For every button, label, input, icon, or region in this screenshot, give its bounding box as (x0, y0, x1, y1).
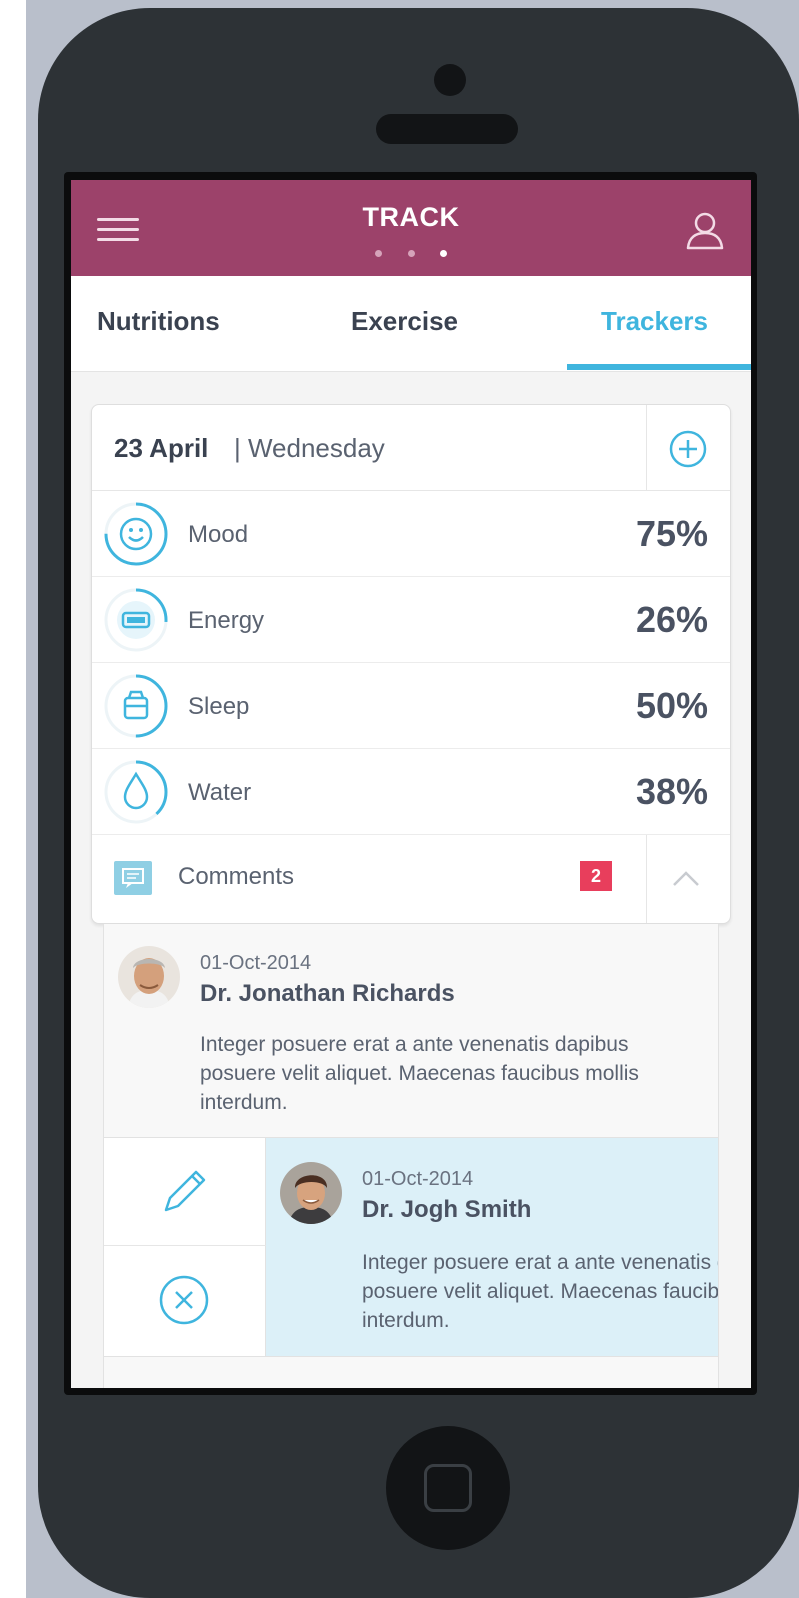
comments-list: 01-Oct-2014 Dr. Jonathan Richards Intege… (103, 924, 719, 1388)
tab-bar: Nutritions Exercise Trackers (71, 276, 751, 372)
water-drop-icon (104, 760, 168, 824)
comment-author: Dr. Jonathan Richards (200, 980, 455, 1007)
tracker-label: Energy (188, 607, 265, 634)
active-tab-indicator (567, 364, 751, 370)
tracker-row-water[interactable]: Water 38% (92, 749, 730, 835)
date-day: 23 April (114, 433, 209, 463)
tracker-value: 50% (635, 685, 708, 726)
avatar (118, 946, 180, 1008)
tracker-value: 26% (635, 599, 708, 640)
tracker-card: 23 April | Wednesday Mood 75% Energy 26%… (91, 404, 731, 924)
home-square-icon (424, 1464, 472, 1512)
comment-item[interactable] (104, 1356, 718, 1388)
card-header: 23 April | Wednesday (92, 405, 730, 491)
tracker-label: Mood (188, 521, 249, 548)
tracker-value: 75% (635, 513, 708, 554)
comment-bubble-icon (114, 861, 152, 895)
speaker (376, 114, 518, 144)
comment-item[interactable]: 01-Oct-2014 Dr. Jonathan Richards Intege… (104, 924, 718, 1138)
user-profile-icon[interactable] (683, 208, 727, 252)
tracker-row-sleep[interactable]: Sleep 50% (92, 663, 730, 749)
swipe-actions (104, 1138, 266, 1356)
comments-count-badge: 2 (580, 861, 612, 891)
battery-icon (104, 588, 168, 652)
comment-author: Dr. Jogh Smith (362, 1196, 532, 1223)
app-header: TRACK (71, 180, 751, 276)
chevron-up-icon[interactable] (668, 865, 704, 891)
add-circle-icon[interactable] (668, 429, 708, 469)
divider (646, 405, 647, 491)
comment-date: 01-Oct-2014 (362, 1168, 474, 1190)
page-dot[interactable] (375, 250, 382, 257)
close-circle-icon (159, 1275, 209, 1325)
comment-text: Integer posuere erat a ante venenatis da… (200, 1033, 639, 1114)
front-camera (434, 64, 466, 96)
page-dot-active[interactable] (440, 250, 447, 257)
edit-button[interactable] (104, 1138, 266, 1246)
tab-trackers[interactable]: Trackers (601, 306, 708, 337)
comment-item-swiped[interactable]: 01-Oct-2014 Dr. Jogh Smith Integer posue… (266, 1138, 718, 1356)
tracker-label: Sleep (188, 693, 250, 720)
tab-exercise[interactable]: Exercise (351, 306, 458, 337)
pencil-icon (164, 1170, 206, 1212)
tracker-value: 38% (635, 771, 708, 812)
avatar (280, 1162, 342, 1224)
app-screen: TRACK Nutritions Exercise Trackers 23 Ap… (71, 180, 751, 1388)
tracker-row-mood[interactable]: Mood 75% (92, 491, 730, 577)
date-weekday: | Wednesday (234, 433, 385, 463)
page-indicator (371, 250, 451, 260)
tracker-label: Water (188, 779, 252, 806)
delete-button[interactable] (104, 1246, 266, 1356)
page-dot[interactable] (407, 250, 415, 257)
comments-label: Comments (178, 863, 295, 890)
comment-date: 01-Oct-2014 (200, 952, 312, 974)
smiley-icon (104, 502, 168, 566)
comments-header[interactable]: Comments 2 (92, 835, 730, 923)
tab-nutritions[interactable]: Nutritions (97, 306, 220, 337)
comment-text: Integer posuere erat a ante venenatis da… (362, 1251, 718, 1332)
divider (646, 835, 647, 923)
page-title: TRACK (362, 202, 460, 232)
bed-icon (104, 674, 168, 738)
tracker-row-energy[interactable]: Energy 26% (92, 577, 730, 663)
